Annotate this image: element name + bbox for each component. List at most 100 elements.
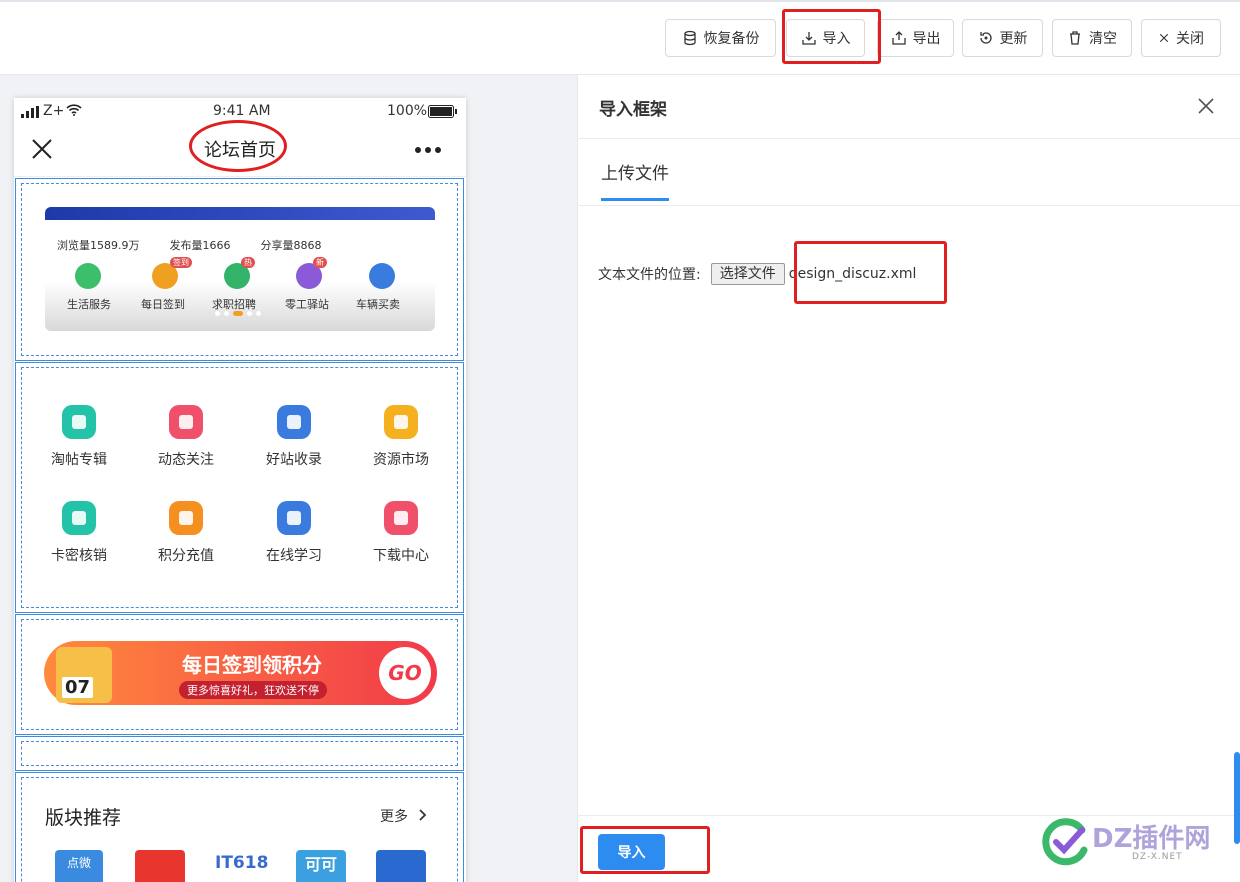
forum-thumb[interactable] (376, 850, 426, 882)
grid-item-label: 好站收录 (266, 452, 322, 468)
carrier-label: Z+ (43, 103, 65, 119)
selected-file-name: design_discuz.xml (788, 266, 917, 282)
watermark-url: DZ-X.NET (1132, 852, 1183, 862)
banner-stat: 分享量8868 (260, 239, 322, 252)
badge: 签到 (170, 257, 192, 268)
update-label: 更新 (999, 31, 1028, 47)
banner-carousel[interactable]: 浏览量1589.9万 发布量1666 分享量8868 签到 热 新 生活服务 每… (45, 207, 435, 331)
banner-item-label: 生活服务 (67, 298, 111, 311)
grid-item-sites[interactable]: 好站收录 (249, 405, 339, 469)
chevron-right-icon (419, 809, 427, 821)
close-icon[interactable] (1195, 95, 1217, 117)
bag-icon (384, 405, 418, 439)
import-toolbar-button[interactable]: 导入 (786, 19, 865, 57)
badge: 新 (313, 257, 327, 268)
forum-thumb[interactable]: 点微 (55, 850, 103, 882)
import-submit-button[interactable]: 导入 (598, 834, 665, 870)
watermark-brand: DZ插件网 (1092, 824, 1211, 854)
import-submit-label: 导入 (617, 845, 646, 861)
panel-header: 导入框架 (578, 75, 1240, 139)
wifi-icon (66, 104, 82, 116)
grid-item-downloads[interactable]: 下载中心 (356, 501, 446, 565)
battery-label: 100% (387, 103, 428, 119)
signin-date: 07 (62, 677, 94, 698)
phone-nav-bar: 论坛首页 (14, 120, 466, 177)
empty-block-frame (21, 741, 458, 766)
clear-label: 清空 (1089, 31, 1117, 47)
grid-item-learning[interactable]: 在线学习 (249, 501, 339, 565)
export-icon (891, 31, 906, 45)
banner-stat: 浏览量1589.9万 (57, 239, 140, 252)
banner-stats: 浏览量1589.9万 发布量1666 分享量8868 (57, 237, 322, 253)
forum-thumb[interactable]: IT618 (215, 850, 269, 882)
basket-icon (169, 501, 203, 535)
banner-item-label: 求职招聘 (212, 298, 256, 311)
banner-top-strip (45, 207, 435, 220)
export-label: 导出 (912, 31, 941, 47)
import-frame-panel: 导入框架 上传文件 文本文件的位置: 选择文件 design_discuz.xm… (577, 75, 1240, 882)
grid-item-market[interactable]: 资源市场 (356, 405, 446, 469)
nav-grid-frame (21, 367, 458, 608)
collection-icon (62, 405, 96, 439)
file-upload-row: 文本文件的位置: 选择文件 design_discuz.xml (598, 263, 916, 285)
signal-icon (21, 106, 39, 118)
nav-grid-block[interactable]: 淘帖专辑 动态关注 好站收录 资源市场 卡密核销 积分充值 在线学习 下载中心 (15, 362, 464, 613)
signin-banner[interactable]: 07 每日签到领积分 更多惊喜好礼，狂欢送不停 GO (44, 641, 437, 705)
video-icon (277, 501, 311, 535)
refresh-icon (979, 32, 992, 44)
grid-item-recharge[interactable]: 积分充值 (141, 501, 231, 565)
signin-subtitle: 更多惊喜好礼，狂欢送不停 (179, 681, 327, 699)
brand-logo-icon (1042, 818, 1088, 866)
more-icon[interactable] (414, 146, 442, 154)
car-icon (369, 263, 395, 289)
banner-stat: 发布量1666 (169, 239, 231, 252)
close-icon (1159, 33, 1169, 43)
empty-block[interactable] (15, 736, 464, 771)
section-title: 版块推荐 (45, 807, 122, 829)
panel-tabs: 上传文件 (578, 139, 1240, 206)
forum-recommend-block[interactable]: 版块推荐 更多 点微 IT618 可可 (15, 772, 464, 882)
clear-button[interactable]: 清空 (1052, 19, 1132, 57)
banner-item-label: 车辆买卖 (356, 298, 400, 311)
update-button[interactable]: 更新 (962, 19, 1043, 57)
toolbar: 恢复备份 导入 导出 更新 清空 关闭 (0, 2, 1240, 75)
import-icon (801, 32, 816, 45)
go-button[interactable]: GO (379, 647, 431, 699)
grid-item-label: 淘帖专辑 (51, 452, 107, 468)
signin-block[interactable]: 07 每日签到领积分 更多惊喜好礼，狂欢送不停 GO (15, 614, 464, 735)
section-more-link[interactable]: 更多 (380, 806, 408, 826)
phone-preview: Z+ 9:41 AM 100% 论坛首页 浏览量1589.9万 发布量1666 … (14, 98, 466, 882)
grid-item-card-redeem[interactable]: 卡密核销 (34, 501, 124, 565)
grid-item-label: 卡密核销 (51, 548, 107, 564)
restore-backup-label: 恢复备份 (703, 31, 760, 47)
restore-backup-button[interactable]: 恢复备份 (665, 19, 776, 57)
grid-item-label: 资源市场 (373, 452, 429, 468)
grid-item-label: 积分充值 (158, 548, 214, 564)
close-button[interactable]: 关闭 (1141, 19, 1221, 57)
choose-file-button[interactable]: 选择文件 (710, 263, 785, 285)
tab-upload-file[interactable]: 上传文件 (601, 159, 669, 201)
grid-item-following[interactable]: 动态关注 (141, 405, 231, 469)
flame-icon (384, 501, 418, 535)
thumb-label: 点微 (66, 856, 91, 870)
thumb-label: 可可 (304, 855, 337, 874)
grid-item-label: 在线学习 (266, 548, 322, 564)
close-icon[interactable] (31, 138, 53, 160)
banner-block[interactable]: 浏览量1589.9万 发布量1666 分享量8868 签到 热 新 生活服务 每… (15, 178, 464, 361)
status-time: 9:41 AM (213, 103, 271, 119)
import-toolbar-label: 导入 (822, 31, 851, 47)
grid-item-collections[interactable]: 淘帖专辑 (34, 405, 124, 469)
trash-icon (1070, 31, 1080, 45)
thumb-label: IT618 (215, 853, 269, 873)
export-button[interactable]: 导出 (877, 19, 954, 57)
grid-item-label: 动态关注 (158, 452, 214, 468)
forum-thumb[interactable]: 可可 (296, 850, 346, 882)
close-label: 关闭 (1176, 31, 1204, 47)
file-location-label: 文本文件的位置: (598, 267, 701, 283)
life-service-icon (75, 263, 101, 289)
bookmark-icon (277, 405, 311, 439)
banner-item-label: 每日签到 (141, 298, 185, 311)
panel-title: 导入框架 (599, 100, 667, 120)
forum-thumb[interactable] (135, 850, 185, 882)
grid-item-label: 下载中心 (373, 548, 429, 564)
